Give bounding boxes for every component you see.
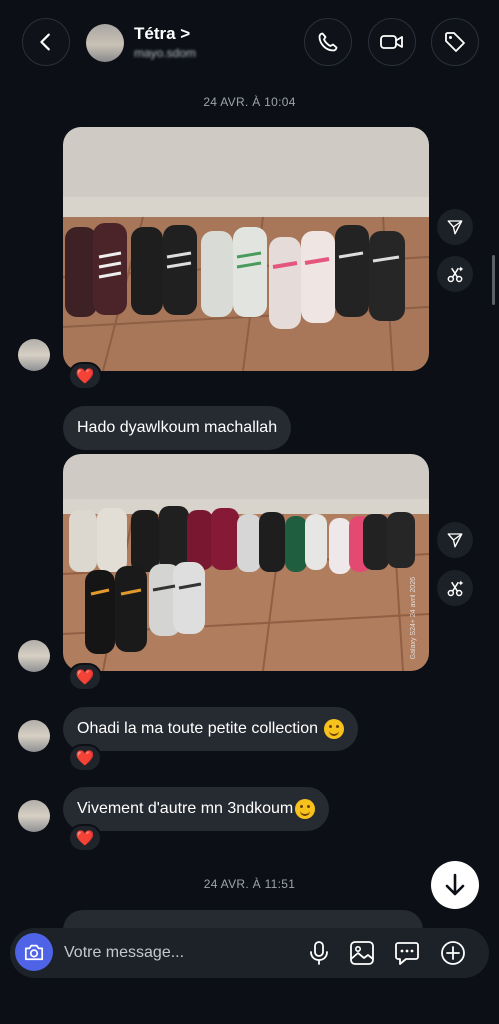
- share-icon: [447, 220, 463, 235]
- contact-avatar[interactable]: [86, 24, 124, 62]
- ai-edit-button[interactable]: [437, 256, 473, 292]
- timestamp: 24 AVR. À 11:51: [203, 877, 296, 891]
- heart-reaction[interactable]: ❤️: [68, 744, 102, 772]
- smiling-face-emoji: [295, 799, 316, 819]
- tag-button[interactable]: [431, 18, 479, 66]
- video-camera-icon: [380, 35, 403, 49]
- camera-icon: [24, 944, 44, 961]
- shoe-collection-image: [63, 454, 429, 671]
- ai-edit-icon: [447, 580, 464, 597]
- sender-avatar[interactable]: [18, 640, 50, 672]
- sticker-icon: [395, 942, 419, 965]
- scrollbar[interactable]: [492, 255, 495, 305]
- heart-icon: ❤️: [75, 367, 95, 385]
- back-arrow-icon: [40, 33, 50, 51]
- photo-watermark: Galaxy S24+ 24 avril 2026: [410, 576, 417, 659]
- timestamp: 24 AVR. À 10:04: [203, 95, 296, 109]
- arrow-down-icon: [445, 873, 465, 896]
- more-options-button[interactable]: [436, 936, 470, 970]
- shoe-photo-2[interactable]: Galaxy S24+ 24 avril 2026: [63, 454, 429, 671]
- video-call-button[interactable]: [368, 18, 416, 66]
- message-text: Hado dyawlkoum machallah: [77, 419, 278, 436]
- share-button[interactable]: [437, 209, 473, 245]
- message-bubble[interactable]: Vivement d'autre mn 3ndkoum: [63, 787, 330, 831]
- shoe-photo-1[interactable]: [63, 127, 429, 371]
- voice-message-button[interactable]: [302, 936, 336, 970]
- heart-icon: ❤️: [75, 749, 95, 767]
- heart-reaction[interactable]: ❤️: [68, 824, 102, 852]
- microphone-icon: [310, 941, 328, 965]
- bottom-safe-area: [0, 980, 499, 1024]
- gallery-button[interactable]: [345, 936, 379, 970]
- phone-icon: [318, 32, 338, 52]
- contact-username: mayo.sdom: [134, 46, 197, 60]
- contact-name[interactable]: Tétra >: [134, 24, 190, 44]
- plus-icon: [441, 941, 465, 965]
- ai-edit-button[interactable]: [437, 570, 473, 606]
- tag-icon: [445, 32, 465, 52]
- melting-face-emoji: [324, 719, 345, 739]
- heart-reaction[interactable]: ❤️: [68, 663, 102, 691]
- message-text: Vivement d'autre mn 3ndkoum: [77, 800, 294, 817]
- message-bubble[interactable]: Ohadi la ma toute petite collection: [63, 707, 359, 751]
- back-button[interactable]: [22, 18, 70, 66]
- message-input[interactable]: [64, 942, 284, 964]
- heart-reaction[interactable]: ❤️: [68, 362, 102, 390]
- shoes-row-image: [63, 127, 429, 371]
- chat-header: Tétra > mayo.sdom: [0, 0, 499, 88]
- heart-icon: ❤️: [75, 668, 95, 686]
- sender-avatar[interactable]: [18, 339, 50, 371]
- sticker-button[interactable]: [390, 936, 424, 970]
- message-text: Ohadi la ma toute petite collection: [77, 720, 319, 737]
- voice-call-button[interactable]: [304, 18, 352, 66]
- scroll-to-bottom-button[interactable]: [431, 861, 479, 909]
- sender-avatar[interactable]: [18, 720, 50, 752]
- message-bubble[interactable]: Hado dyawlkoum machallah: [63, 406, 292, 450]
- share-icon: [447, 533, 463, 548]
- camera-button[interactable]: [15, 933, 53, 971]
- heart-icon: ❤️: [75, 829, 95, 847]
- sender-avatar[interactable]: [18, 800, 50, 832]
- ai-edit-icon: [447, 266, 464, 283]
- share-button[interactable]: [437, 522, 473, 558]
- gallery-icon: [350, 941, 374, 965]
